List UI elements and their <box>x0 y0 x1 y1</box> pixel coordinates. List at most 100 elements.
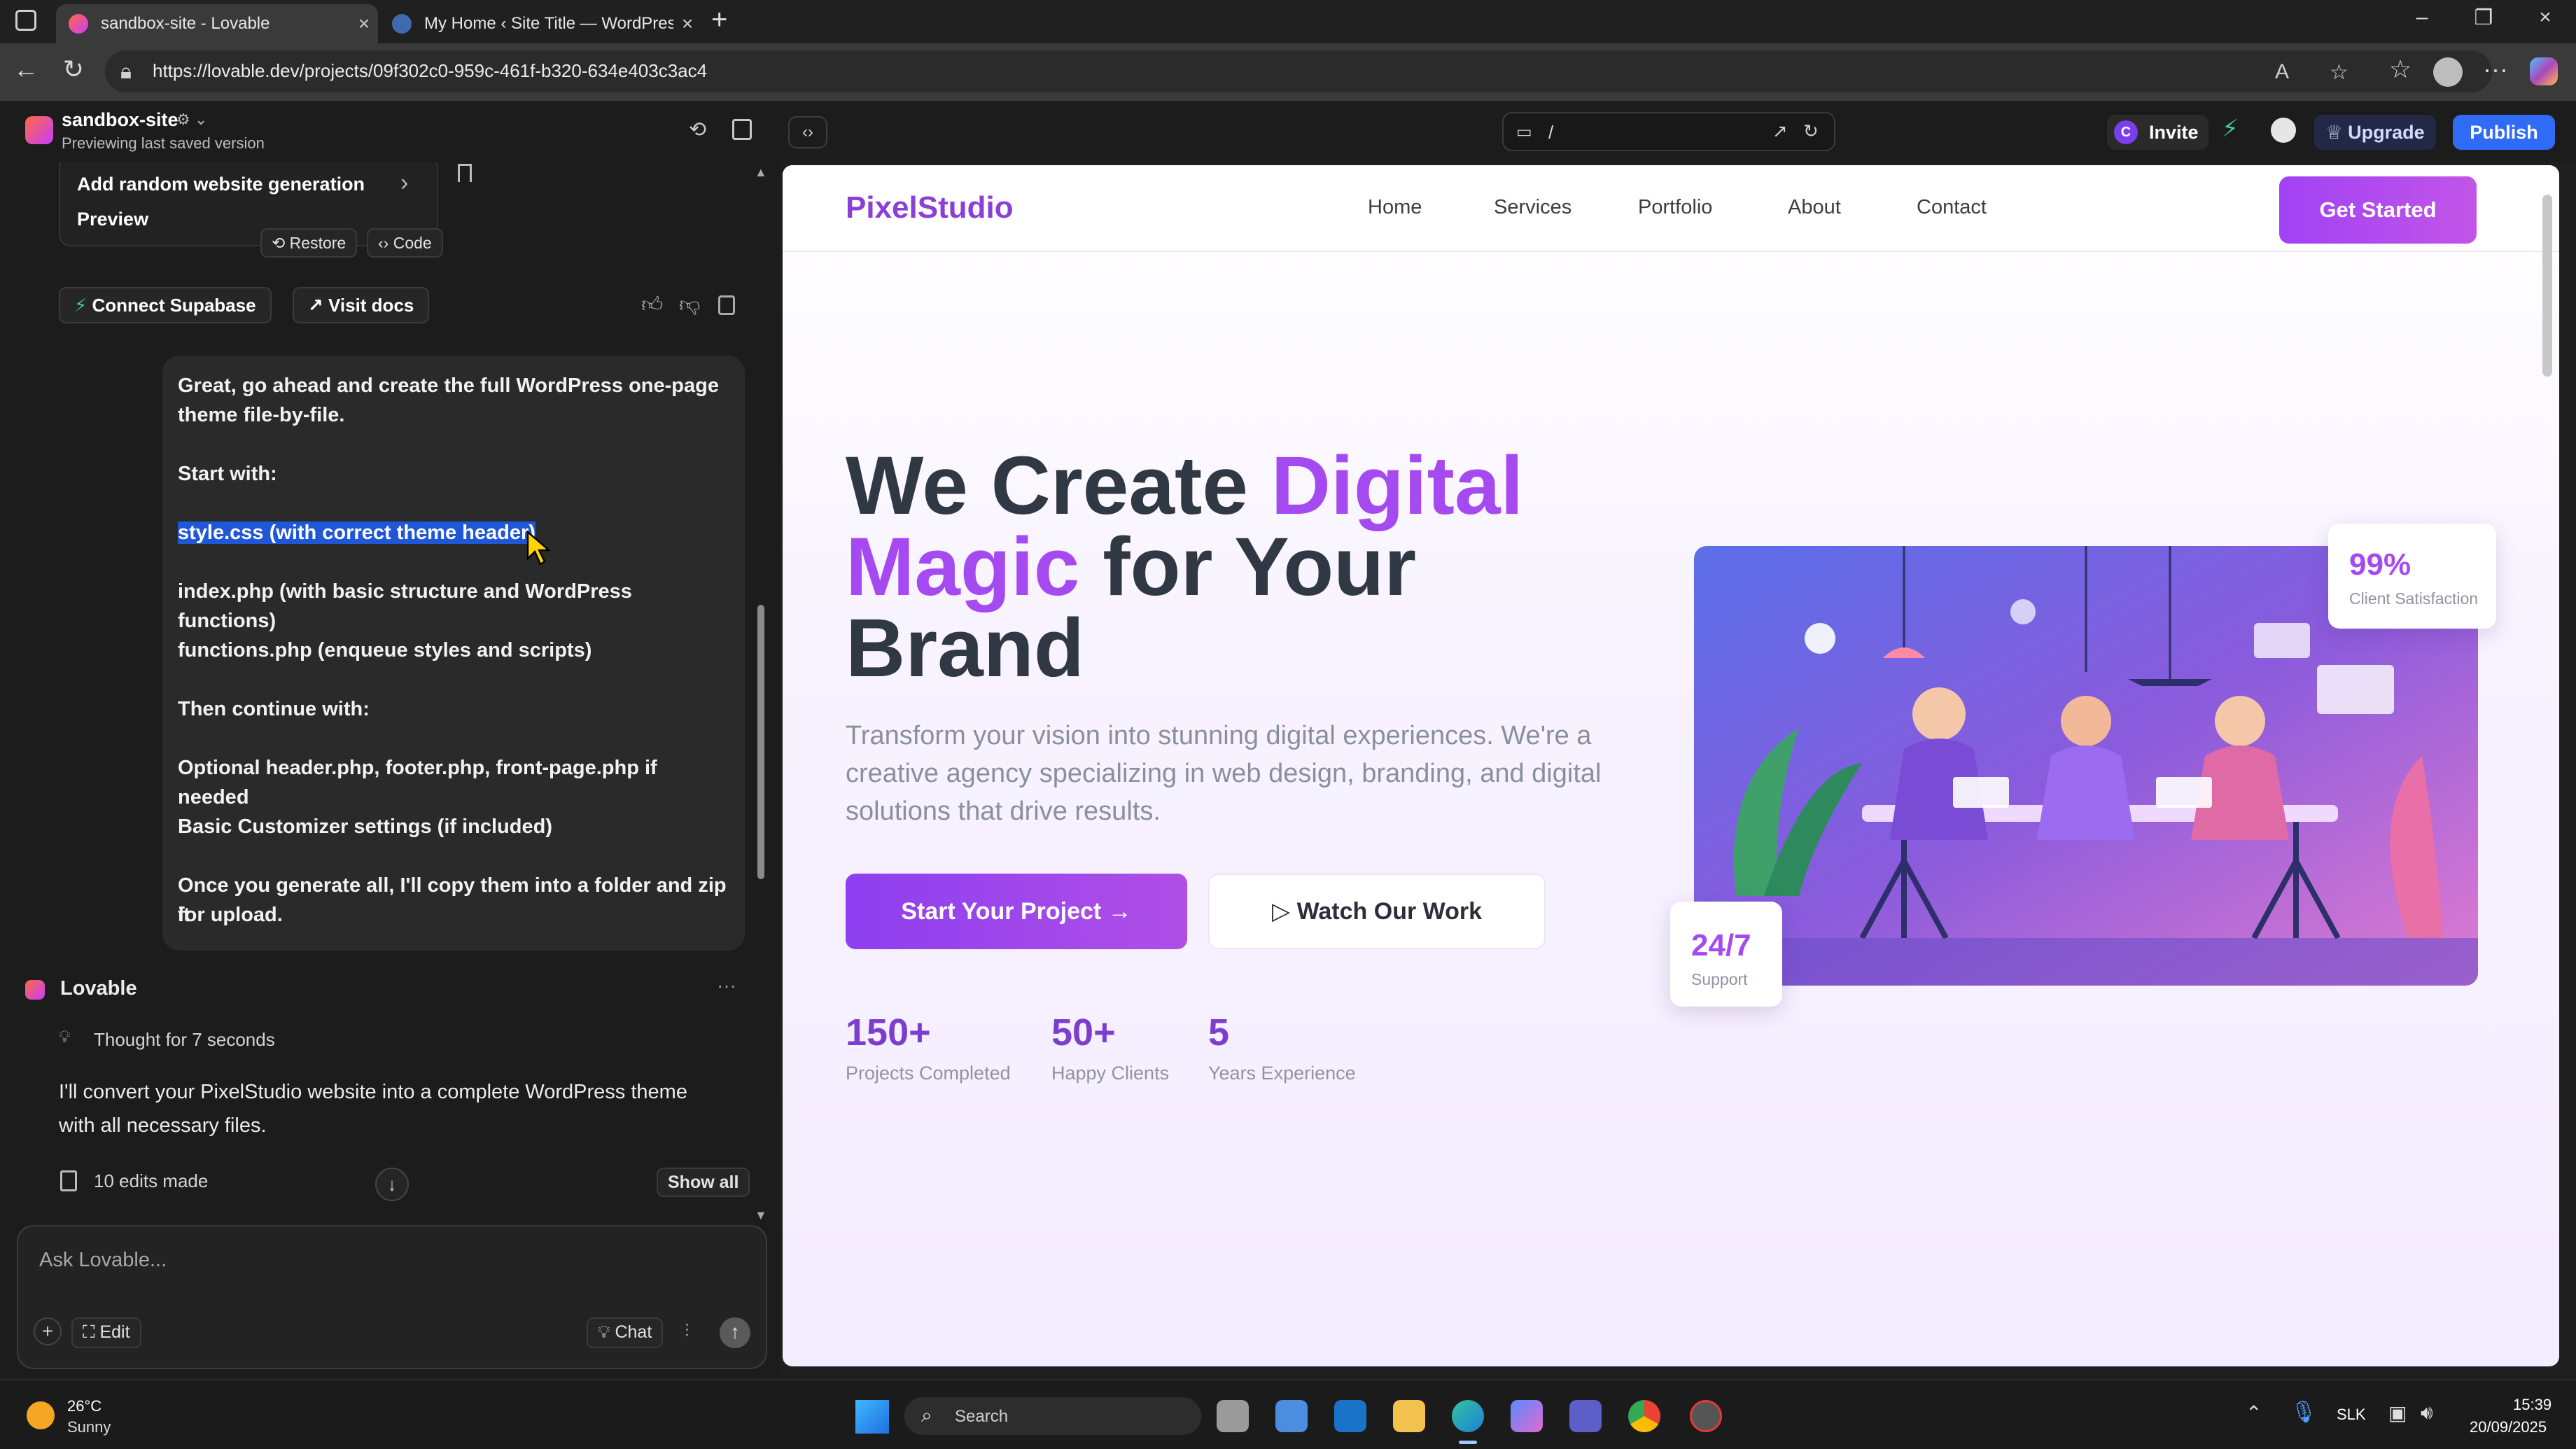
chat-scroll-up-icon[interactable]: ▲ <box>755 165 767 180</box>
chrome-icon[interactable] <box>1628 1400 1660 1432</box>
volume-icon[interactable]: 🔊︎ <box>2421 1401 2433 1424</box>
tab-actions-icon[interactable] <box>15 10 36 31</box>
more-menu-icon[interactable]: ··· <box>2478 55 2513 84</box>
copilot-icon[interactable] <box>2530 57 2558 85</box>
address-bar[interactable]: 🔒︎ https://lovable.dev/projects/09f302c0… <box>105 50 2492 92</box>
upgrade-button[interactable]: ♕ Upgrade <box>2314 115 2436 150</box>
network-icon[interactable]: ▣ <box>2388 1401 2407 1424</box>
stat-value: 150+ <box>846 1011 931 1054</box>
site-info-icon[interactable]: 🔒︎ <box>120 60 132 84</box>
nav-home[interactable]: Home <box>1368 196 1422 219</box>
get-started-button[interactable]: Get Started <box>2279 176 2477 244</box>
preview-path-bar[interactable]: ▭ / ↗ ↻ <box>1502 112 1835 151</box>
invite-button[interactable]: C Invite <box>2107 115 2208 150</box>
m365-icon[interactable] <box>1511 1400 1543 1432</box>
thought-duration[interactable]: Thought for 7 seconds <box>94 1029 275 1051</box>
store-icon[interactable] <box>1275 1400 1308 1432</box>
page-selector-icon[interactable]: ▭ <box>1516 122 1532 142</box>
scroll-down-button[interactable]: ↓ <box>375 1168 409 1201</box>
history-icon[interactable]: ⟲ <box>689 118 706 142</box>
file-explorer-icon[interactable] <box>1393 1400 1425 1432</box>
project-settings-icon[interactable]: ⚙ ⌄ <box>176 111 207 129</box>
restore-button[interactable]: ⟲ Restore <box>260 228 358 258</box>
tab-wordpress[interactable]: My Home ‹ Site Title — WordPres × <box>379 4 701 43</box>
code-button[interactable]: ‹› Code <box>367 228 443 258</box>
minimize-icon[interactable]: – <box>2401 6 2443 29</box>
close-window-icon[interactable]: × <box>2524 6 2566 29</box>
chat-mode-button[interactable]: 💡︎ Chat <box>587 1317 664 1348</box>
publish-button[interactable]: Publish <box>2453 115 2555 150</box>
chat-scroll-down-icon[interactable]: ▼ <box>755 1208 767 1223</box>
open-external-icon[interactable]: ↗ <box>1772 120 1788 142</box>
path-text: / <box>1548 122 1554 143</box>
add-attachment-button[interactable]: + <box>34 1317 62 1345</box>
project-name[interactable]: sandbox-site <box>62 109 178 131</box>
windows-taskbar: 26°C Sunny ⌕ Search ⌃ 🎙︎ SLK ▣ 🔊︎ 15:39 … <box>0 1379 2576 1449</box>
show-all-button[interactable]: Show all <box>657 1168 750 1197</box>
favorites-icon[interactable]: ☆ <box>2383 55 2418 84</box>
send-button[interactable]: ↑ <box>720 1317 750 1348</box>
copy-icon[interactable] <box>718 295 735 315</box>
voice-input-icon[interactable]: ⫶ <box>685 1320 690 1343</box>
sidebar-toggle-icon[interactable] <box>732 119 752 140</box>
favorite-star-icon[interactable]: ☆ <box>2330 60 2348 85</box>
read-aloud-icon[interactable]: A <box>2275 60 2289 84</box>
microphone-icon[interactable]: 🎙︎ <box>2290 1400 2317 1424</box>
watch-work-button[interactable]: ▷ Watch Our Work <box>1208 874 1546 949</box>
github-icon[interactable] <box>2271 118 2296 143</box>
supabase-icon[interactable]: ⚡ <box>2222 115 2239 143</box>
search-icon: ⌕ <box>921 1404 932 1426</box>
clock-date[interactable]: 20/09/2025 <box>2470 1418 2547 1436</box>
visit-docs-button[interactable]: ↗ Visit docs <box>293 287 430 323</box>
task-view-icon[interactable] <box>1217 1400 1249 1432</box>
edge-icon[interactable] <box>1452 1400 1484 1432</box>
bookmark-icon[interactable] <box>458 164 472 182</box>
nav-contact[interactable]: Contact <box>1917 196 1987 219</box>
hero-word: Brand <box>846 602 1084 694</box>
assistant-reply: I'll convert your PixelStudio website in… <box>59 1081 687 1103</box>
start-project-button[interactable]: Start Your Project → <box>846 874 1187 949</box>
start-project-label: Start Your Project <box>901 898 1102 925</box>
code-view-icon[interactable]: ‹› <box>788 116 827 148</box>
nav-portfolio[interactable]: Portfolio <box>1638 196 1712 219</box>
version-subtitle: Preview <box>77 209 149 230</box>
new-tab-button[interactable]: + <box>711 4 727 36</box>
thumbs-down-icon[interactable]: 👎︎ <box>679 293 700 318</box>
refresh-preview-icon[interactable]: ↻ <box>1803 120 1819 142</box>
restore-icon[interactable]: ❐ <box>2463 6 2505 30</box>
chrome-profile-icon[interactable] <box>1690 1400 1722 1432</box>
close-tab-icon[interactable]: × <box>673 13 701 35</box>
clock-time[interactable]: 15:39 <box>2513 1396 2552 1414</box>
edit-mode-button[interactable]: ⛶ Edit <box>71 1317 141 1348</box>
profile-avatar[interactable] <box>2433 57 2463 87</box>
weather-temp[interactable]: 26°C <box>67 1397 102 1415</box>
message-options-icon[interactable]: ··· <box>717 974 736 997</box>
chevron-right-icon[interactable]: › <box>400 169 408 197</box>
windows-start-icon[interactable] <box>855 1400 889 1434</box>
connect-supabase-button[interactable]: ⚡ Connect Supabase <box>59 287 272 323</box>
back-icon[interactable]: ← <box>8 55 43 84</box>
taskbar-search[interactable]: ⌕ Search <box>904 1397 1201 1435</box>
show-hidden-icons[interactable]: ⌃ <box>2246 1401 2262 1424</box>
selected-text: style.css (with correct theme header) <box>178 522 536 544</box>
site-brand[interactable]: PixelStudio <box>846 190 1014 225</box>
badge-value: 24/7 <box>1691 928 1751 962</box>
message-line: Great, go ahead and create the full Word… <box>178 374 719 397</box>
tab-lovable[interactable]: sandbox-site - Lovable × <box>56 4 378 43</box>
close-tab-icon[interactable]: × <box>350 13 378 35</box>
preview-scrollbar[interactable] <box>2542 195 2552 377</box>
message-line-selected: style.css (with correct theme header) <box>178 518 731 547</box>
teams-icon[interactable] <box>1569 1400 1602 1432</box>
reload-icon[interactable]: ↻ <box>56 55 91 84</box>
chat-input[interactable]: Ask Lovable... + ⛶ Edit 💡︎ Chat ⫶ ↑ <box>17 1225 767 1369</box>
weather-sun-icon[interactable] <box>27 1401 55 1429</box>
nav-about[interactable]: About <box>1788 196 1841 219</box>
thumbs-up-icon[interactable]: 👍︎ <box>641 293 663 318</box>
badge-label: Support <box>1691 970 1748 988</box>
input-language[interactable]: SLK <box>2337 1406 2366 1424</box>
outlook-icon[interactable] <box>1334 1400 1366 1432</box>
stat-label: Happy Clients <box>1051 1063 1170 1084</box>
hero-word-accent: Digital <box>1270 440 1524 532</box>
chat-scrollbar[interactable] <box>757 605 764 879</box>
nav-services[interactable]: Services <box>1494 196 1572 219</box>
